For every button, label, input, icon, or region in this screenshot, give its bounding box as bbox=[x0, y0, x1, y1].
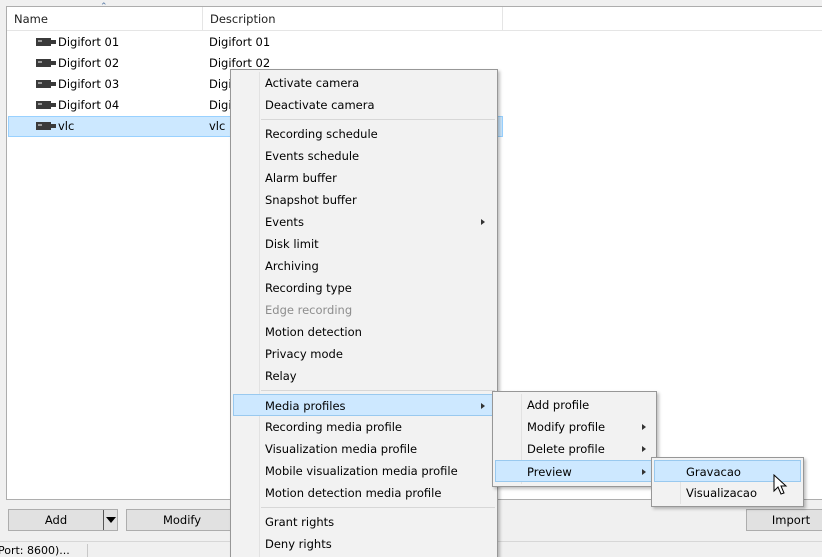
menu-item-visualization-media-profile[interactable]: Visualization media profile bbox=[233, 438, 495, 460]
column-header-name[interactable]: ⌃ Name bbox=[7, 2, 203, 31]
camera-icon bbox=[36, 80, 56, 88]
menu-item-deactivate-camera[interactable]: Deactivate camera bbox=[233, 94, 495, 116]
modify-button[interactable]: Modify bbox=[126, 509, 238, 531]
menu-item-mobile-visualization-media-profile[interactable]: Mobile visualization media profile bbox=[233, 460, 495, 482]
row-name: Digifort 03 bbox=[58, 77, 120, 91]
row-name: vlc bbox=[58, 119, 75, 133]
chevron-down-icon[interactable] bbox=[106, 517, 116, 523]
camera-icon bbox=[36, 38, 56, 46]
menu-item-grant-rights[interactable]: Grant rights bbox=[233, 511, 495, 533]
table-row[interactable]: Digifort 01 Digifort 01 bbox=[8, 32, 503, 53]
menu-item-preview[interactable]: Preview bbox=[495, 460, 654, 482]
list-header: ⌃ Name Description bbox=[7, 2, 822, 31]
menu-item-snapshot-buffer[interactable]: Snapshot buffer bbox=[233, 189, 495, 211]
status-text: Port: 8600)... bbox=[0, 544, 70, 557]
menu-separator bbox=[261, 119, 495, 120]
media-profiles-submenu: Add profile Modify profile Delete profil… bbox=[492, 391, 657, 487]
menu-item-events[interactable]: Events bbox=[233, 211, 495, 233]
sort-ascending-icon: ⌃ bbox=[100, 2, 108, 12]
row-name: Digifort 02 bbox=[58, 56, 120, 70]
column-header-empty bbox=[503, 7, 822, 31]
menu-item-recording-schedule[interactable]: Recording schedule bbox=[233, 123, 495, 145]
row-description: Digifort 01 bbox=[209, 35, 271, 49]
add-button[interactable]: Add bbox=[8, 509, 118, 531]
menu-item-relay[interactable]: Relay bbox=[233, 365, 495, 387]
mouse-cursor-icon bbox=[773, 474, 788, 495]
menu-item-archiving[interactable]: Archiving bbox=[233, 255, 495, 277]
column-header-description[interactable]: Description bbox=[203, 7, 503, 31]
status-separator bbox=[87, 544, 88, 557]
camera-icon bbox=[36, 101, 56, 109]
camera-icon bbox=[36, 122, 56, 130]
submenu-arrow-icon bbox=[481, 403, 485, 409]
import-button[interactable]: Import bbox=[746, 509, 822, 531]
menu-item-recording-media-profile[interactable]: Recording media profile bbox=[233, 416, 495, 438]
submenu-arrow-icon bbox=[642, 446, 646, 452]
menu-item-delete-profile[interactable]: Delete profile bbox=[495, 438, 654, 460]
menu-separator bbox=[261, 507, 495, 508]
menu-item-recording-type[interactable]: Recording type bbox=[233, 277, 495, 299]
row-name: Digifort 04 bbox=[58, 98, 120, 112]
row-description: Digi bbox=[209, 77, 232, 91]
menu-item-add-profile[interactable]: Add profile bbox=[495, 394, 654, 416]
context-menu: Activate camera Deactivate camera Record… bbox=[230, 69, 498, 557]
submenu-arrow-icon bbox=[642, 469, 646, 475]
menu-item-alarm-buffer[interactable]: Alarm buffer bbox=[233, 167, 495, 189]
row-description: Digi bbox=[209, 98, 232, 112]
camera-icon bbox=[36, 59, 56, 67]
submenu-arrow-icon bbox=[642, 424, 646, 430]
menu-item-events-schedule[interactable]: Events schedule bbox=[233, 145, 495, 167]
menu-item-activate-camera[interactable]: Activate camera bbox=[233, 72, 495, 94]
split-divider bbox=[103, 510, 104, 530]
menu-item-modify-profile[interactable]: Modify profile bbox=[495, 416, 654, 438]
menu-item-deny-rights[interactable]: Deny rights bbox=[233, 533, 495, 555]
menu-separator bbox=[261, 390, 495, 391]
menu-item-media-profiles[interactable]: Media profiles bbox=[233, 394, 495, 416]
menu-item-edge-recording: Edge recording bbox=[265, 303, 353, 317]
menu-item-disk-limit[interactable]: Disk limit bbox=[233, 233, 495, 255]
menu-item-privacy-mode[interactable]: Privacy mode bbox=[233, 343, 495, 365]
menu-item-motion-detection[interactable]: Motion detection bbox=[233, 321, 495, 343]
submenu-arrow-icon bbox=[481, 219, 485, 225]
row-description: vlc bbox=[209, 119, 226, 133]
row-name: Digifort 01 bbox=[58, 35, 120, 49]
menu-item-motion-detection-media-profile[interactable]: Motion detection media profile bbox=[233, 482, 495, 504]
